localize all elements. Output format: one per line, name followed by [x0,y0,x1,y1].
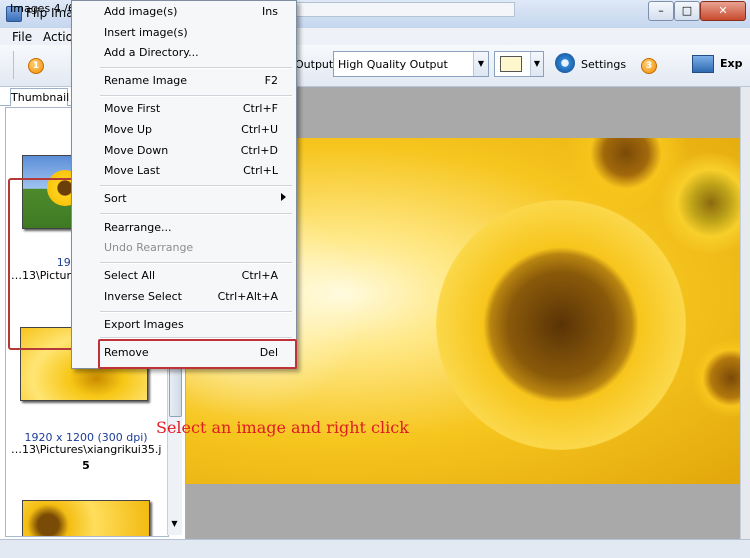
menu-item-label: Add a Directory... [104,46,199,59]
context-menu: Add image(s) Ins Insert image(s) Add a D… [71,0,297,369]
instruction-annotation: Select an image and right click [156,418,409,437]
menu-item-add-images[interactable]: Add image(s) Ins [72,2,296,22]
menu-item-undo-rearrange: Undo Rearrange [72,238,296,258]
chevron-down-icon[interactable]: ▼ [473,52,488,76]
menu-item-shortcut: Ins [262,5,278,18]
menu-item-shortcut: F2 [264,74,278,87]
settings-button[interactable]: Settings [553,51,627,77]
menu-item-export-images[interactable]: Export Images [72,315,296,335]
menu-item-shortcut: Ctrl+L [243,164,278,177]
status-image-count: Images 4 /6 [10,2,75,15]
output-quality-value: High Quality Output [338,58,448,71]
menu-file[interactable]: File [12,30,32,44]
menu-item-shortcut: Ctrl+Alt+A [217,290,278,303]
menu-separator [100,67,292,69]
thumbnail-image[interactable] [22,500,150,536]
menu-separator [100,95,292,97]
menu-item-label: Move Down [104,144,169,157]
menu-item-move-down[interactable]: Move Down Ctrl+D [72,141,296,161]
menu-item-label: Move Last [104,164,160,177]
thumbnail-number: 5 [82,459,90,472]
scrollbar-thumb[interactable] [169,367,182,417]
menu-separator [100,262,292,264]
menu-item-shortcut: Ctrl+F [242,102,278,115]
menu-item-shortcut: Ctrl+D [240,144,278,157]
toolbar-divider [13,51,14,79]
tab-thumbnail[interactable]: Thumbnail [10,88,69,106]
gear-icon [555,53,575,73]
sunflower-shape [691,338,740,418]
menu-item-move-up[interactable]: Move Up Ctrl+U [72,120,296,140]
menu-item-label: Export Images [104,318,184,331]
sunflower-shape [436,200,686,450]
menu-item-move-last[interactable]: Move Last Ctrl+L [72,161,296,181]
menu-item-rename-image[interactable]: Rename Image F2 [72,71,296,91]
menu-separator [100,311,292,313]
color-swatch [500,56,522,72]
menu-item-label: Move Up [104,123,153,136]
scroll-down-arrow-icon[interactable]: ▼ [169,517,180,531]
output-quality-select[interactable]: High Quality Output ▼ [333,51,489,77]
preview-scrollbar[interactable] [740,87,750,539]
export-label: Exp [720,57,743,70]
maximize-button[interactable]: □ [674,1,700,21]
status-bar [0,539,750,558]
menu-item-move-first[interactable]: Move First Ctrl+F [72,99,296,119]
remove-highlight-box [98,339,297,369]
menu-item-label: Rearrange... [104,221,172,234]
menu-item-label: Undo Rearrange [104,241,194,254]
menu-item-label: Sort [104,192,127,205]
menu-item-sort[interactable]: Sort [72,189,296,209]
step-3-icon[interactable]: 3 [641,58,657,74]
step-1-icon[interactable]: 1 [28,58,44,74]
minimize-button[interactable]: – [648,1,674,21]
menu-item-label: Add image(s) [104,5,178,18]
menu-item-label: Insert image(s) [104,26,188,39]
menu-item-label: Inverse Select [104,290,182,303]
menu-item-shortcut: Ctrl+A [241,269,278,282]
menu-separator [100,185,292,187]
menu-item-add-directory[interactable]: Add a Directory... [72,43,296,63]
export-image-icon [692,55,714,73]
menu-item-shortcut: Ctrl+U [241,123,278,136]
thumbnail-path: …13\Pictures\xiangrikui35.jpg [11,443,161,456]
menu-item-inverse-select[interactable]: Inverse Select Ctrl+Alt+A [72,287,296,307]
menu-item-label: Move First [104,102,161,115]
menu-item-insert-images[interactable]: Insert image(s) [72,23,296,43]
output-label: Output: [295,58,337,71]
menu-item-select-all[interactable]: Select All Ctrl+A [72,266,296,286]
menu-item-label: Rename Image [104,74,188,87]
export-button[interactable]: Exp [688,51,750,77]
menu-item-label: Select All [104,269,156,282]
menu-item-rearrange[interactable]: Rearrange... [72,218,296,238]
chevron-down-icon[interactable]: ▼ [530,52,543,76]
submenu-arrow-icon [281,193,286,201]
close-button[interactable]: ✕ [700,1,746,21]
settings-label: Settings [581,58,627,71]
menu-separator [100,213,292,215]
background-color-select[interactable]: ▼ [494,51,544,77]
